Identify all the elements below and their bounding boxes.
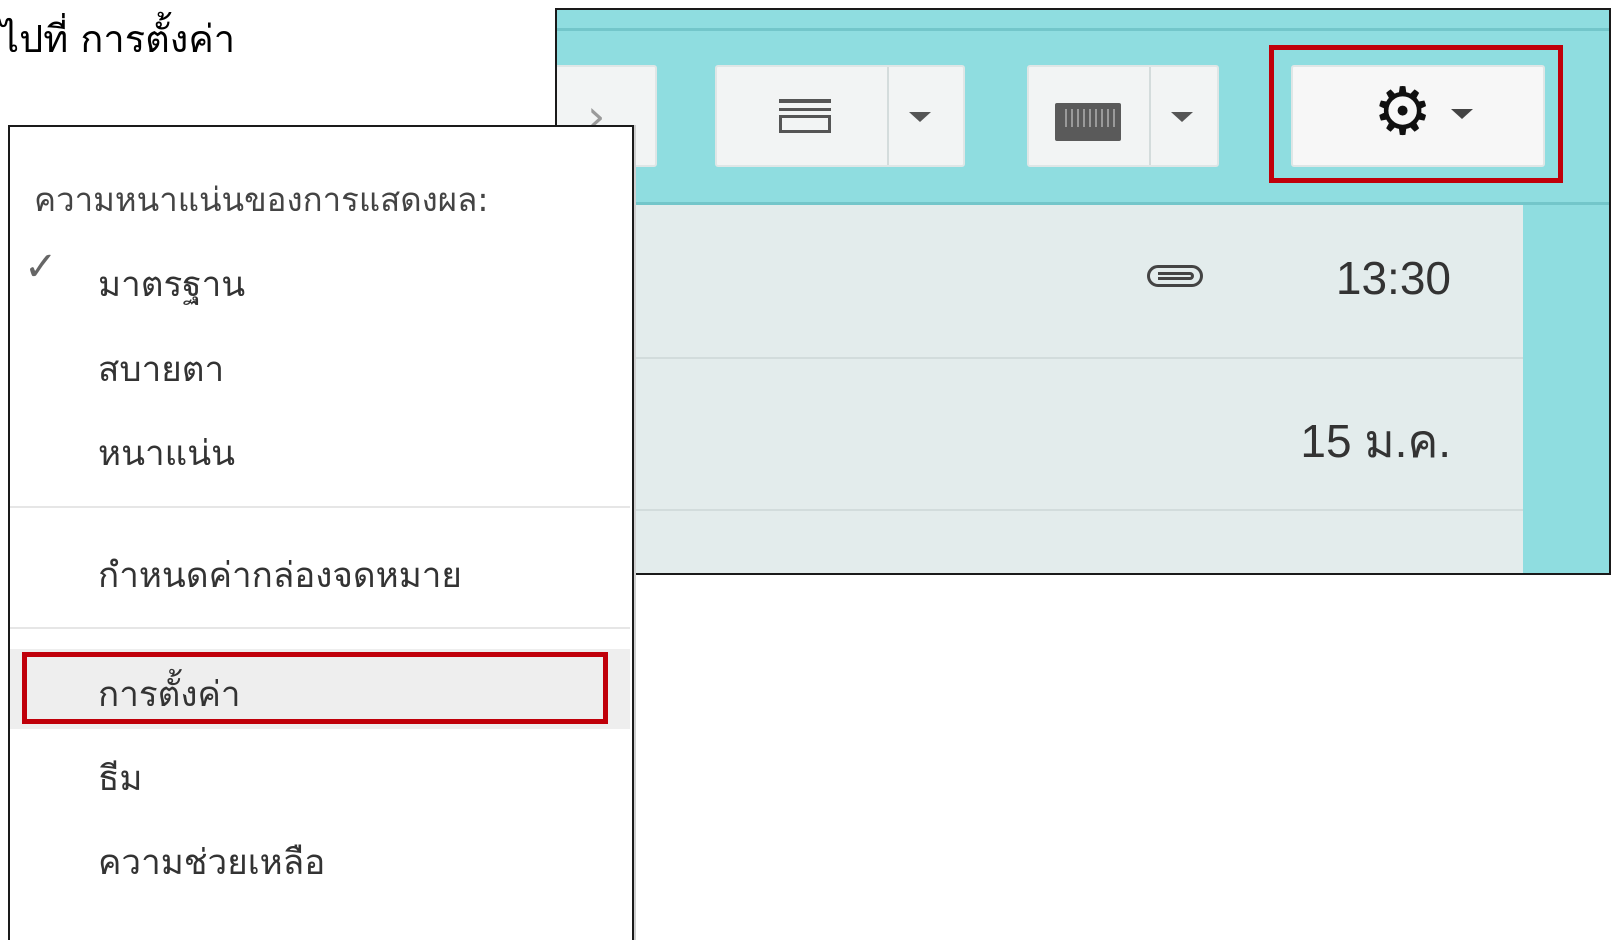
- button-separator: [887, 67, 889, 165]
- instruction-caption: ไปที่ การตั้งค่า: [0, 17, 236, 61]
- settings-button-highlight: [1269, 45, 1563, 183]
- toolbar-top-border: [557, 28, 1609, 31]
- paperclip-icon: [1147, 265, 1203, 287]
- menu-item-label: มาตรฐาน: [98, 265, 246, 305]
- gmail-toolbar-panel: › ⚙ 13:30 15 ม.ค.: [555, 8, 1611, 575]
- display-density-button[interactable]: [715, 65, 965, 167]
- menu-item-label: สบายตา: [98, 350, 225, 390]
- mail-list: 13:30 15 ม.ค.: [557, 205, 1523, 573]
- mail-time: 13:30: [1335, 252, 1451, 304]
- checkmark-icon: ✓: [24, 244, 58, 290]
- mail-date: 15 ม.ค.: [1300, 415, 1451, 467]
- menu-item-density-default[interactable]: ✓ มาตรฐาน: [10, 239, 630, 319]
- menu-item-label: ความช่วยเหลือ: [98, 843, 326, 883]
- display-density-heading: ความหนาแน่นของการแสดงผล:: [34, 180, 489, 219]
- menu-item-label: ธีม: [98, 759, 143, 799]
- menu-item-label: หนาแน่น: [98, 434, 236, 474]
- menu-item-label: กำหนดค่ากล่องจดหมาย: [98, 556, 462, 596]
- input-tools-button[interactable]: [1027, 65, 1219, 167]
- menu-item-themes[interactable]: ธีม: [10, 733, 630, 813]
- mail-row[interactable]: 13:30: [557, 205, 1523, 359]
- menu-item-help[interactable]: ความช่วยเหลือ: [10, 817, 630, 897]
- menu-item-configure-inbox[interactable]: กำหนดค่ากล่องจดหมาย: [10, 530, 630, 610]
- menu-item-density-comfortable[interactable]: สบายตา: [10, 324, 630, 404]
- keyboard-icon: [1055, 103, 1121, 141]
- settings-item-highlight: [22, 652, 608, 724]
- menu-divider: [10, 506, 630, 508]
- settings-dropdown-menu: ความหนาแน่นของการแสดงผล: ✓ มาตรฐาน สบายต…: [8, 125, 634, 940]
- menu-divider: [10, 627, 630, 629]
- display-density-icon: [779, 99, 831, 133]
- button-separator: [1149, 67, 1151, 165]
- input-tools-dropdown-arrow-icon[interactable]: [1171, 112, 1193, 122]
- menu-item-density-compact[interactable]: หนาแน่น: [10, 408, 630, 488]
- density-dropdown-arrow-icon[interactable]: [909, 112, 931, 122]
- mail-row[interactable]: 15 ม.ค.: [557, 357, 1523, 511]
